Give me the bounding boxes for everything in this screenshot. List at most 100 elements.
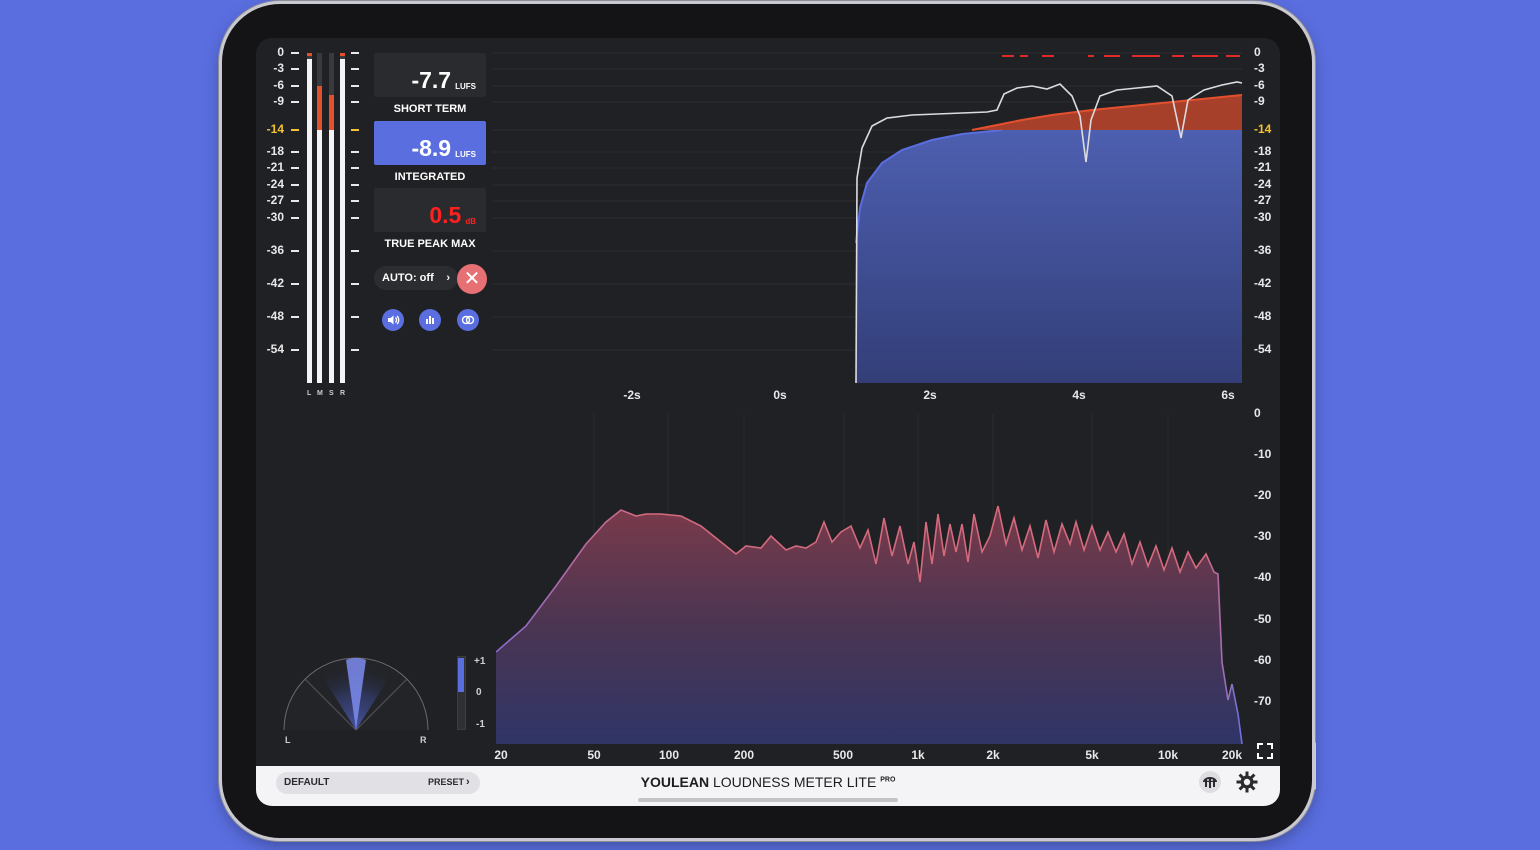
loudness-history-graph[interactable] — [492, 38, 1244, 386]
meter-dash — [291, 200, 299, 202]
speaker-icon — [388, 315, 400, 325]
integrated-readout[interactable]: -8.9 LUFS — [374, 121, 486, 165]
spectrum-y-tick: -70 — [1254, 694, 1272, 708]
spectrum-x-tick: 2k — [986, 748, 1000, 762]
spectrum-x-tick: 500 — [832, 748, 854, 762]
integrated-unit: LUFS — [455, 150, 476, 159]
meter-tick: -54 — [266, 342, 284, 356]
meter-tick: -27 — [266, 193, 284, 207]
goniometer — [283, 657, 429, 731]
loudness-y-tick: -18 — [1254, 144, 1272, 158]
meter-dash — [291, 283, 299, 285]
loudness-y-tick: -9 — [1254, 94, 1265, 108]
true-peak-unit: dB — [465, 217, 476, 226]
spectrum-x-tick: 1k — [911, 748, 925, 762]
short-term-readout[interactable]: -7.7 LUFS — [374, 53, 486, 97]
brand-pro-badge: PRO — [880, 776, 896, 784]
level-meter: 0 -3 -6 -9 -14 -18 -21 -24 -27 -30 -36 -… — [256, 38, 368, 408]
close-icon: ✕ — [463, 268, 481, 290]
chevron-right-icon: › — [446, 272, 450, 284]
spectrum-y-tick: -40 — [1254, 570, 1272, 584]
meter-dash — [291, 52, 299, 54]
mascot-button[interactable] — [1198, 770, 1222, 794]
correlation-indicator — [458, 658, 464, 692]
loudness-y-tick: -36 — [1254, 243, 1272, 257]
spectrum-x-tick: 20k — [1221, 748, 1243, 762]
loudness-x-tick: -2s — [623, 388, 641, 402]
bar-chart-icon — [426, 316, 434, 324]
tablet-top-button-2 — [1200, 838, 1240, 841]
meter-tick: -18 — [266, 144, 284, 158]
short-term-label: SHORT TERM — [393, 103, 467, 115]
meter-tick-reference: -14 — [266, 122, 284, 136]
meter-label-m: M — [317, 390, 323, 397]
meter-dash — [291, 217, 299, 219]
meter-tick: -42 — [266, 276, 284, 290]
home-indicator[interactable] — [638, 798, 898, 802]
loudness-y-tick: -42 — [1254, 276, 1272, 290]
spectrum-y-tick: -20 — [1254, 488, 1272, 502]
meter-bar-s-over — [329, 95, 334, 130]
short-term-value: -7.7 — [411, 67, 452, 93]
chart-view-button[interactable] — [419, 309, 441, 331]
loudness-y-tick: -6 — [1254, 78, 1265, 92]
true-peak-value: 0.5 — [429, 202, 462, 228]
meter-dash — [351, 250, 359, 252]
meter-tick: -36 — [266, 243, 284, 257]
speaker-button[interactable] — [382, 309, 404, 331]
integrated-value: -8.9 — [411, 135, 452, 161]
brand-name: YOULEAN — [640, 774, 710, 790]
spectrum-y-tick: 0 — [1254, 406, 1261, 420]
meter-tick: -6 — [273, 78, 284, 92]
meter-label-r: R — [340, 390, 346, 397]
meter-dash — [351, 184, 359, 186]
loudness-y-tick-reference: -14 — [1254, 122, 1272, 136]
settings-button[interactable] — [1235, 770, 1259, 794]
loudness-x-tick: 0s — [773, 388, 787, 402]
meter-dash — [351, 316, 359, 318]
spectrum-x-tick: 100 — [658, 748, 680, 762]
meter-bar-r — [340, 59, 345, 383]
auto-label: AUTO: off — [382, 272, 434, 284]
correlation-tick: +1 — [474, 656, 486, 667]
spectrum-y-tick: -30 — [1254, 529, 1272, 543]
link-rings-icon — [461, 315, 475, 325]
spectrum-analyzer[interactable] — [496, 414, 1244, 746]
meter-dash-reference — [291, 129, 299, 131]
integrated-loudness-area — [856, 130, 1242, 383]
meter-dash — [291, 184, 299, 186]
meter-dash — [351, 349, 359, 351]
correlation-tick: -1 — [476, 719, 485, 730]
meter-dash — [291, 85, 299, 87]
loudness-y-tick: -3 — [1254, 61, 1265, 75]
true-peak-label: TRUE PEAK MAX — [384, 238, 476, 250]
true-peak-readout[interactable]: 0.5 dB — [374, 188, 486, 232]
auto-reset-button[interactable]: AUTO: off › — [374, 266, 458, 290]
meter-dash — [351, 68, 359, 70]
spectrum-x-tick: 5k — [1085, 748, 1099, 762]
spectrum-y-tick: -10 — [1254, 447, 1272, 461]
meter-dash — [291, 101, 299, 103]
loudness-y-tick: -21 — [1254, 160, 1272, 174]
goniometer-left-label: L — [285, 735, 291, 745]
integrated-label: INTEGRATED — [394, 171, 466, 183]
reset-close-button[interactable]: ✕ — [457, 264, 487, 294]
spectrum-x-tick: 10k — [1157, 748, 1179, 762]
spectrum-y-tick: -50 — [1254, 612, 1272, 626]
meter-bar-m-over — [317, 86, 322, 130]
meter-dash — [351, 85, 359, 87]
goniometer-right-label: R — [420, 735, 427, 745]
meter-tick: 0 — [277, 45, 284, 59]
meter-dash — [291, 167, 299, 169]
app-brand-title: YOULEAN LOUDNESS METER LITE PRO — [256, 774, 1280, 790]
meter-dash — [291, 316, 299, 318]
meter-dash — [291, 349, 299, 351]
link-button[interactable] — [457, 309, 479, 331]
meter-tick: -3 — [273, 61, 284, 75]
fullscreen-button[interactable] — [1256, 742, 1274, 760]
meter-dash — [351, 167, 359, 169]
meter-dash — [351, 52, 359, 54]
brand-product: LOUDNESS METER LITE — [709, 774, 881, 790]
meter-dash — [291, 68, 299, 70]
meter-dash — [351, 101, 359, 103]
